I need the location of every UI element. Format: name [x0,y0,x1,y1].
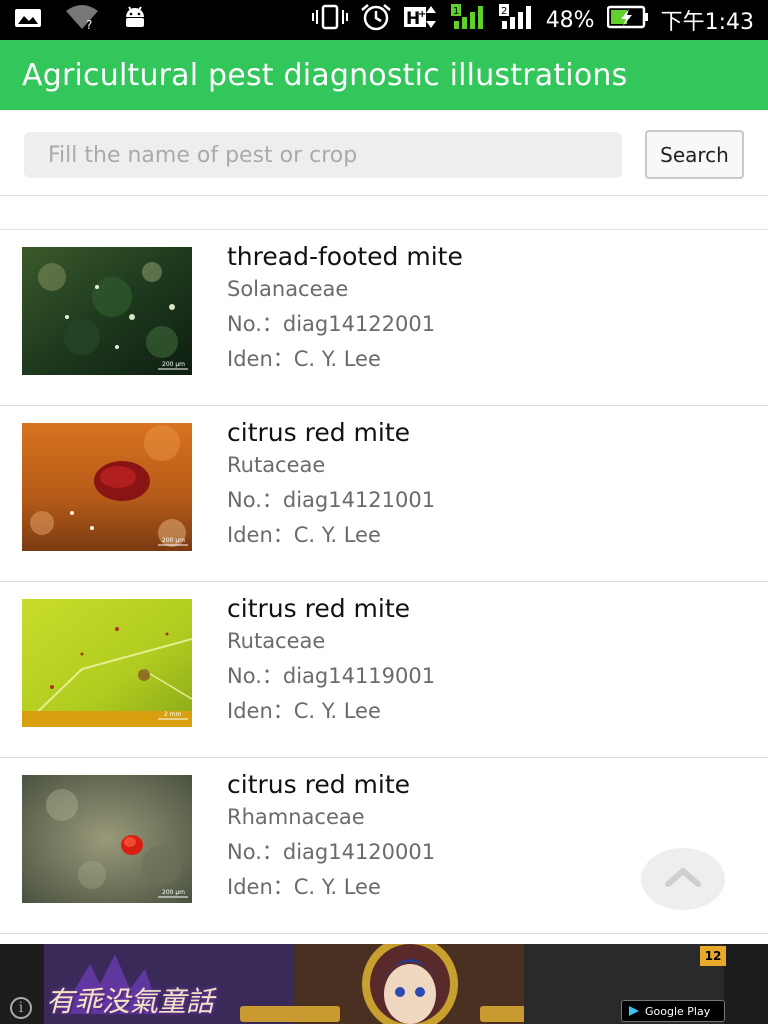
play-store-icon [629,1006,639,1016]
list-item[interactable]: 200 μm citrus red mite Rhamnaceae No.：di… [0,758,768,934]
pest-list: 200 μm thread-footed mite Solanaceae No.… [0,230,768,934]
app-title: Agricultural pest diagnostic illustratio… [22,57,628,93]
list-item[interactable]: 200 μm citrus red mite Rutaceae No.：diag… [0,406,768,582]
status-bar: ? H + 1 2 48% 下午1:43 [0,0,768,40]
svg-text:?: ? [86,18,92,31]
vibrate-icon [311,4,348,36]
identifier: Iden：C. Y. Lee [227,347,381,371]
crop-family: Solanaceae [227,277,349,301]
sim1-signal-icon: 1 [450,3,486,37]
store-badge-label: Google Play [645,1004,711,1018]
hplus-data-icon: H + [403,4,438,36]
pest-name: citrus red mite [227,594,410,623]
ad-slogan: 有乖没氣童話 [46,985,215,1018]
diagnosis-number: No.：diag14121001 [227,488,436,512]
diagnosis-number: No.：diag14122001 [227,312,436,336]
identifier: Iden：C. Y. Lee [227,523,381,547]
image-notification-icon [14,7,42,34]
ad-banner[interactable]: i 有乖没氣童話 12 Google Play [0,944,768,1024]
pest-name: thread-footed mite [227,242,463,271]
pest-thumbnail: 200 μm [22,775,192,903]
identifier: Iden：C. Y. Lee [227,699,381,723]
pest-thumbnail: 200 μm [22,423,192,551]
search-bar: Search [0,110,768,196]
info-icon[interactable]: i [10,997,32,1019]
battery-percent: 48% [545,7,595,33]
scroll-top-button[interactable] [641,848,725,910]
wifi-unknown-icon: ? [64,4,100,36]
search-button[interactable]: Search [645,130,744,179]
chevron-up-icon [665,866,701,893]
svg-text:2: 2 [501,6,507,17]
pest-name: citrus red mite [227,770,410,799]
age-rating-badge: 12 [700,946,726,966]
list-item[interactable]: 200 μm thread-footed mite Solanaceae No.… [0,230,768,406]
scale-label: 2 mm [164,711,182,718]
diagnosis-number: No.：diag14120001 [227,840,436,864]
svg-text:1: 1 [453,6,459,17]
pest-thumbnail: 200 μm [22,247,192,375]
diagnosis-number: No.：diag14119001 [227,664,436,688]
svg-text:+: + [418,9,426,20]
google-play-badge[interactable]: Google Play [621,1000,725,1022]
identifier: Iden：C. Y. Lee [227,875,381,899]
android-icon [122,5,148,36]
pest-name: citrus red mite [227,418,410,447]
pest-thumbnail: 2 mm [22,599,192,727]
crop-family: Rutaceae [227,453,326,477]
scale-label: 200 μm [162,889,185,896]
sim2-signal-icon: 2 [498,3,534,37]
list-header-divider [0,196,768,230]
battery-charging-icon [606,5,649,35]
crop-family: Rutaceae [227,629,326,653]
scale-label: 200 μm [162,537,185,544]
search-input[interactable] [24,132,622,178]
list-item[interactable]: 2 mm citrus red mite Rutaceae No.：diag14… [0,582,768,758]
scale-label: 200 μm [162,361,185,368]
clock: 下午1:43 [660,10,754,35]
crop-family: Rhamnaceae [227,805,365,829]
alarm-icon [360,3,392,37]
app-bar: Agricultural pest diagnostic illustratio… [0,40,768,110]
